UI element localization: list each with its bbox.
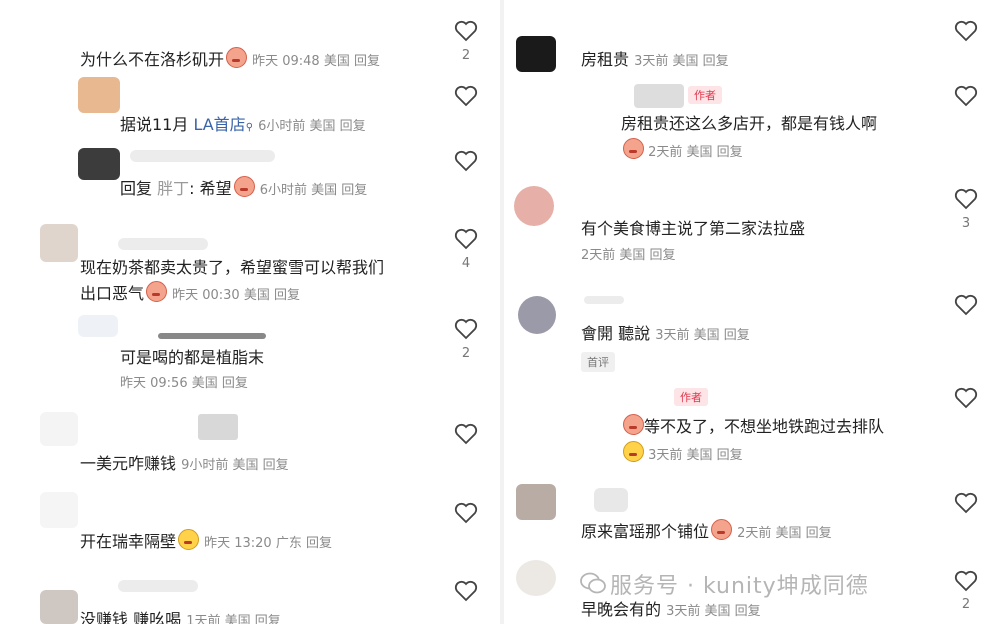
author-badge: 作者	[674, 388, 708, 406]
heart-icon[interactable]	[954, 294, 978, 316]
comment-text: 现在奶茶都卖太贵了，希望蜜雪可以帮我们	[80, 258, 385, 277]
comment-meta[interactable]: 3天前 美国 回复	[655, 328, 750, 343]
comment-text: 回复 胖丁: 希望 6小时前 美国 回复	[120, 175, 367, 199]
comment-text: 原来富瑶那个铺位 2天前 美国 回复	[581, 518, 832, 542]
comment-meta[interactable]: 1天前 美国 回复	[186, 614, 281, 624]
username-blurred[interactable]	[584, 296, 624, 304]
heart-icon[interactable]	[954, 387, 978, 409]
comment-meta[interactable]: 昨天 13:20 广东 回复	[204, 536, 332, 551]
comment-text: 可是喝的都是植脂末	[120, 348, 265, 367]
heart-icon[interactable]	[954, 85, 978, 107]
comment-meta[interactable]: 3天前 美国 回复	[666, 604, 761, 619]
heart-icon[interactable]	[454, 423, 478, 445]
avatar[interactable]	[514, 186, 554, 226]
username-blurred[interactable]	[158, 333, 266, 339]
avatar[interactable]	[40, 412, 78, 446]
emoji-icon	[623, 441, 644, 462]
avatar[interactable]	[78, 77, 120, 113]
username-blurred[interactable]	[130, 150, 275, 162]
heart-icon[interactable]	[954, 570, 978, 592]
comment-text: 开在瑞幸隔壁 昨天 13:20 广东 回复	[80, 528, 332, 552]
comment-panel-left: 为什么不在洛杉矶开 昨天 09:48 美国 回复 2 据说11月 LA首店⚲ 6…	[0, 0, 500, 624]
avatar[interactable]	[516, 484, 556, 520]
comment-meta[interactable]: 3天前 美国 回复	[648, 448, 743, 463]
like-count: 4	[461, 256, 471, 271]
comment-text: 为什么不在洛杉矶开 昨天 09:48 美国 回复	[80, 46, 380, 70]
comment-text: 一美元咋赚钱 9小时前 美国 回复	[80, 454, 289, 473]
comment-meta-row: 3天前 美国 回复	[621, 441, 743, 463]
avatar[interactable]	[78, 148, 120, 180]
comment-meta[interactable]: 昨天 09:56 美国 回复	[120, 372, 248, 391]
emoji-icon	[623, 414, 644, 435]
emoji-icon	[623, 138, 644, 159]
comment-meta[interactable]: 3天前 美国 回复	[634, 54, 729, 69]
avatar[interactable]	[40, 224, 78, 262]
emoji-icon	[226, 47, 248, 68]
comment-text: 据说11月 LA首店⚲ 6小时前 美国 回复	[120, 115, 366, 134]
comment-meta[interactable]: 2天前 美国 回复	[648, 145, 743, 160]
heart-icon[interactable]	[954, 492, 978, 514]
like-count: 2	[961, 597, 971, 612]
place-link[interactable]: LA首店	[193, 115, 245, 134]
comment-meta[interactable]: 9小时前 美国 回复	[181, 458, 289, 473]
comment-text: 没赚钱 赚吆喝 1天前 美国 回复	[80, 606, 281, 624]
username-blurred[interactable]	[594, 488, 628, 512]
username-blurred[interactable]	[118, 238, 208, 250]
comment-meta[interactable]: 6小时前 美国 回复	[260, 183, 368, 198]
comment-text: 會開 聽說 3天前 美国 回复	[581, 324, 750, 343]
comment-meta[interactable]: 2天前 美国 回复	[581, 244, 676, 263]
like-count: 2	[461, 346, 471, 361]
comment-meta[interactable]: 6小时前 美国 回复	[258, 119, 366, 134]
heart-icon[interactable]	[454, 228, 478, 250]
watermark: 服务号 · kunity坤成同德	[610, 574, 869, 599]
search-icon: ⚲	[245, 122, 254, 133]
username-blurred[interactable]	[198, 414, 238, 440]
comment-text: 等不及了，不想坐地铁跑过去排队	[621, 413, 884, 437]
wechat-icon	[580, 572, 606, 594]
emoji-icon	[146, 281, 168, 302]
emoji-icon	[178, 529, 200, 550]
comment-meta-row: 2天前 美国 回复	[621, 138, 743, 160]
heart-icon[interactable]	[454, 85, 478, 107]
like-count: 3	[961, 216, 971, 231]
comment-panel-right: 房租贵 3天前 美国 回复 作者 房租贵还这么多店开，都是有钱人啊 2天前 美国…	[504, 0, 1001, 624]
comment-text: 有个美食博主说了第二家法拉盛	[581, 219, 806, 238]
avatar[interactable]	[78, 315, 118, 337]
comment-text-line2: 出口恶气 昨天 00:30 美国 回复	[80, 280, 300, 304]
comment-meta[interactable]: 昨天 09:48 美国 回复	[252, 54, 380, 69]
like-count: 2	[461, 48, 471, 63]
heart-icon[interactable]	[454, 150, 478, 172]
author-badge: 作者	[688, 86, 722, 104]
emoji-icon	[233, 176, 255, 197]
avatar[interactable]	[40, 590, 78, 624]
username-blurred[interactable]	[118, 580, 198, 592]
avatar[interactable]	[516, 560, 556, 596]
comment-meta[interactable]: 2天前 美国 回复	[737, 526, 832, 541]
heart-icon[interactable]	[454, 318, 478, 340]
comment-text: 房租贵 3天前 美国 回复	[581, 50, 729, 69]
avatar[interactable]	[516, 36, 556, 72]
heart-icon[interactable]	[954, 20, 978, 42]
first-comment-tag: 首评	[581, 352, 615, 372]
username-blurred[interactable]	[634, 84, 684, 108]
avatar[interactable]	[40, 492, 78, 528]
emoji-icon	[711, 519, 733, 540]
reply-user[interactable]: 胖丁	[157, 179, 189, 198]
comment-text: 房租贵还这么多店开，都是有钱人啊	[621, 114, 878, 133]
comment-meta[interactable]: 昨天 00:30 美国 回复	[172, 288, 300, 303]
avatar[interactable]	[518, 296, 556, 334]
heart-icon[interactable]	[454, 502, 478, 524]
heart-icon[interactable]	[954, 188, 978, 210]
heart-icon[interactable]	[454, 580, 478, 602]
heart-icon[interactable]	[454, 20, 478, 42]
